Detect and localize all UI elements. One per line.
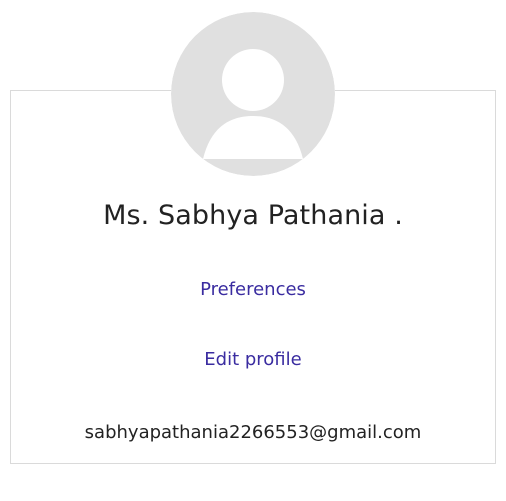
profile-name: Ms. Sabhya Pathania . — [103, 200, 403, 231]
user-avatar-icon — [171, 12, 335, 176]
preferences-link[interactable]: Preferences — [0, 277, 506, 303]
edit-profile-link[interactable]: Edit profile — [0, 347, 506, 373]
profile-email: sabhyapathania2266553@gmail.com — [84, 422, 422, 443]
